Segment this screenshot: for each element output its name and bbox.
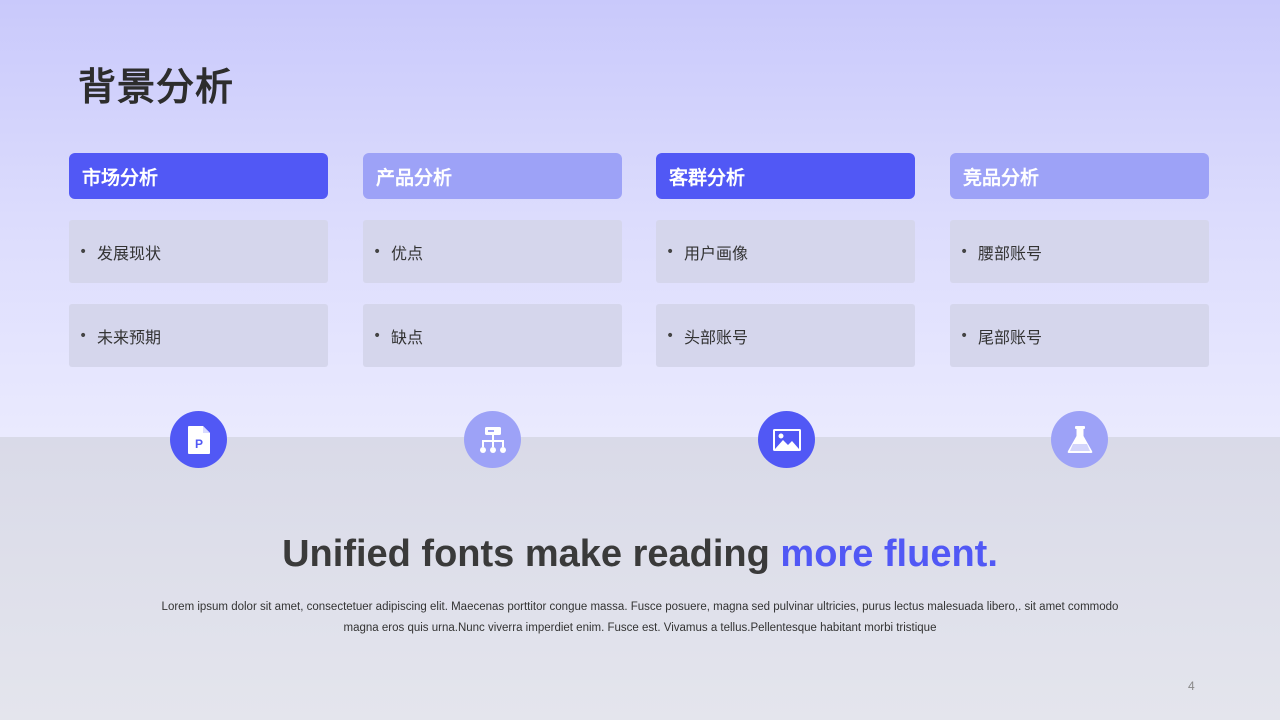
bullet: • [666,327,675,344]
bullet: • [373,327,382,344]
column-competitor-analysis: 竞品分析 • 腰部账号 • 尾部账号 [950,153,1209,367]
column-header: 市场分析 [69,153,328,199]
page-number: 4 [1188,679,1195,693]
column-customer-analysis: 客群分析 • 用户画像 • 头部账号 [656,153,915,367]
bullet: • [373,243,382,260]
column-header: 竞品分析 [950,153,1209,199]
list-item: • 头部账号 [656,304,915,367]
svg-text:P: P [194,437,202,451]
list-item: • 优点 [363,220,622,283]
column-header: 产品分析 [363,153,622,199]
headline-accent-text: more fluent. [780,533,998,575]
list-item: • 腰部账号 [950,220,1209,283]
bottom-background-band [0,437,1280,720]
column-header: 客群分析 [656,153,915,199]
list-item: • 发展现状 [69,220,328,283]
headline-text: Unified fonts make reading [282,533,781,575]
bullet: • [666,243,675,260]
headline: Unified fonts make reading more fluent. [0,533,1280,576]
list-item-label: 头部账号 [684,327,749,347]
flask-beaker-icon [1051,411,1108,468]
page-title: 背景分析 [78,65,235,109]
list-item-label: 尾部账号 [978,327,1043,347]
list-item: • 用户画像 [656,220,915,283]
list-item: • 尾部账号 [950,304,1209,367]
bullet: • [960,327,969,344]
list-item-label: 优点 [391,243,424,263]
column-market-analysis: 市场分析 • 发展现状 • 未来预期 [69,153,328,367]
list-item: • 未来预期 [69,304,328,367]
bullet: • [960,243,969,260]
bullet: • [79,243,88,260]
list-item-label: 未来预期 [97,327,162,347]
list-item: • 缺点 [363,304,622,367]
list-item-label: 缺点 [391,327,424,347]
list-item-label: 用户画像 [684,243,749,263]
sitemap-hierarchy-icon [464,411,521,468]
list-item-label: 腰部账号 [978,243,1043,263]
column-product-analysis: 产品分析 • 优点 • 缺点 [363,153,622,367]
bullet: • [79,327,88,344]
image-picture-icon [758,411,815,468]
pdf-document-icon: P [170,411,227,468]
body-paragraph: Lorem ipsum dolor sit amet, consectetuer… [161,601,1119,634]
list-item-label: 发展现状 [97,243,162,263]
